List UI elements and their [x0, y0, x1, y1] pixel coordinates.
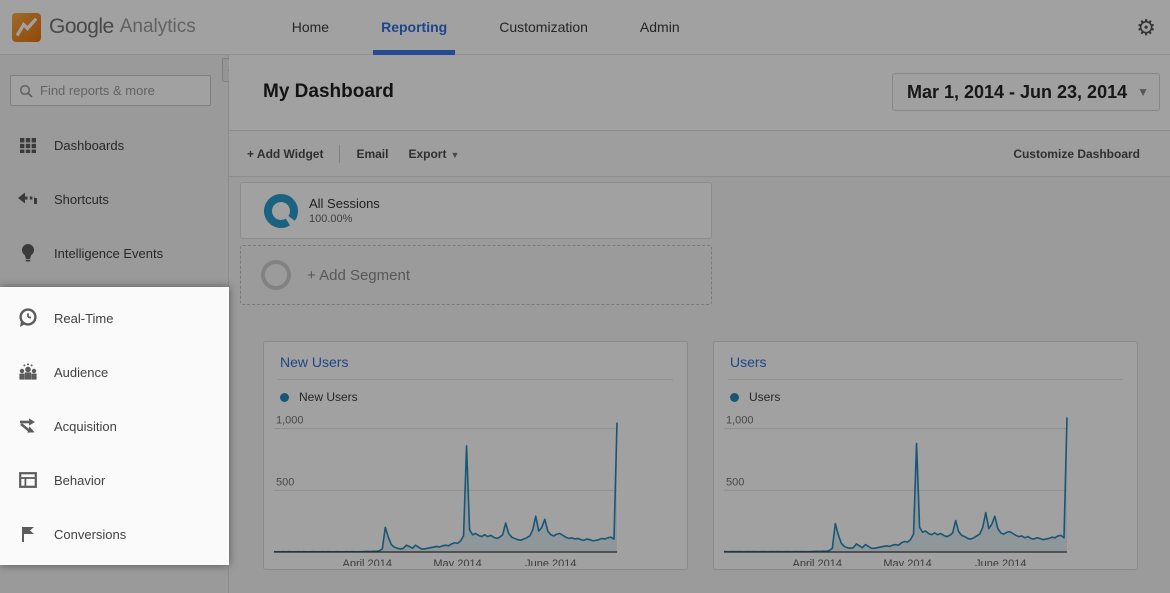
sidebar-item-label: Behavior	[54, 473, 105, 488]
sidebar-item-conversions[interactable]: Conversions	[0, 507, 229, 561]
sidebar-item-label: Audience	[54, 365, 108, 380]
acquisition-arrows-icon	[17, 415, 39, 437]
conversions-flag-icon	[17, 523, 39, 545]
sidebar-item-label: Acquisition	[54, 419, 117, 434]
sidebar-item-acquisition[interactable]: Acquisition	[0, 399, 229, 453]
sidebar-item-audience[interactable]: Audience	[0, 345, 229, 399]
audience-people-icon	[17, 361, 39, 383]
sidebar-item-behavior[interactable]: Behavior	[0, 453, 229, 507]
behavior-layout-icon	[17, 469, 39, 491]
sidebar-item-real-time[interactable]: Real-Time	[0, 291, 229, 345]
realtime-clock-bubble-icon	[17, 307, 39, 329]
google-analytics-app: Google Analytics Home Reporting Customiz…	[0, 0, 1170, 593]
sidebar-item-label: Real-Time	[54, 311, 113, 326]
sidebar-highlighted-group: Real-Time Audience	[0, 287, 229, 565]
sidebar-item-label: Conversions	[54, 527, 126, 542]
